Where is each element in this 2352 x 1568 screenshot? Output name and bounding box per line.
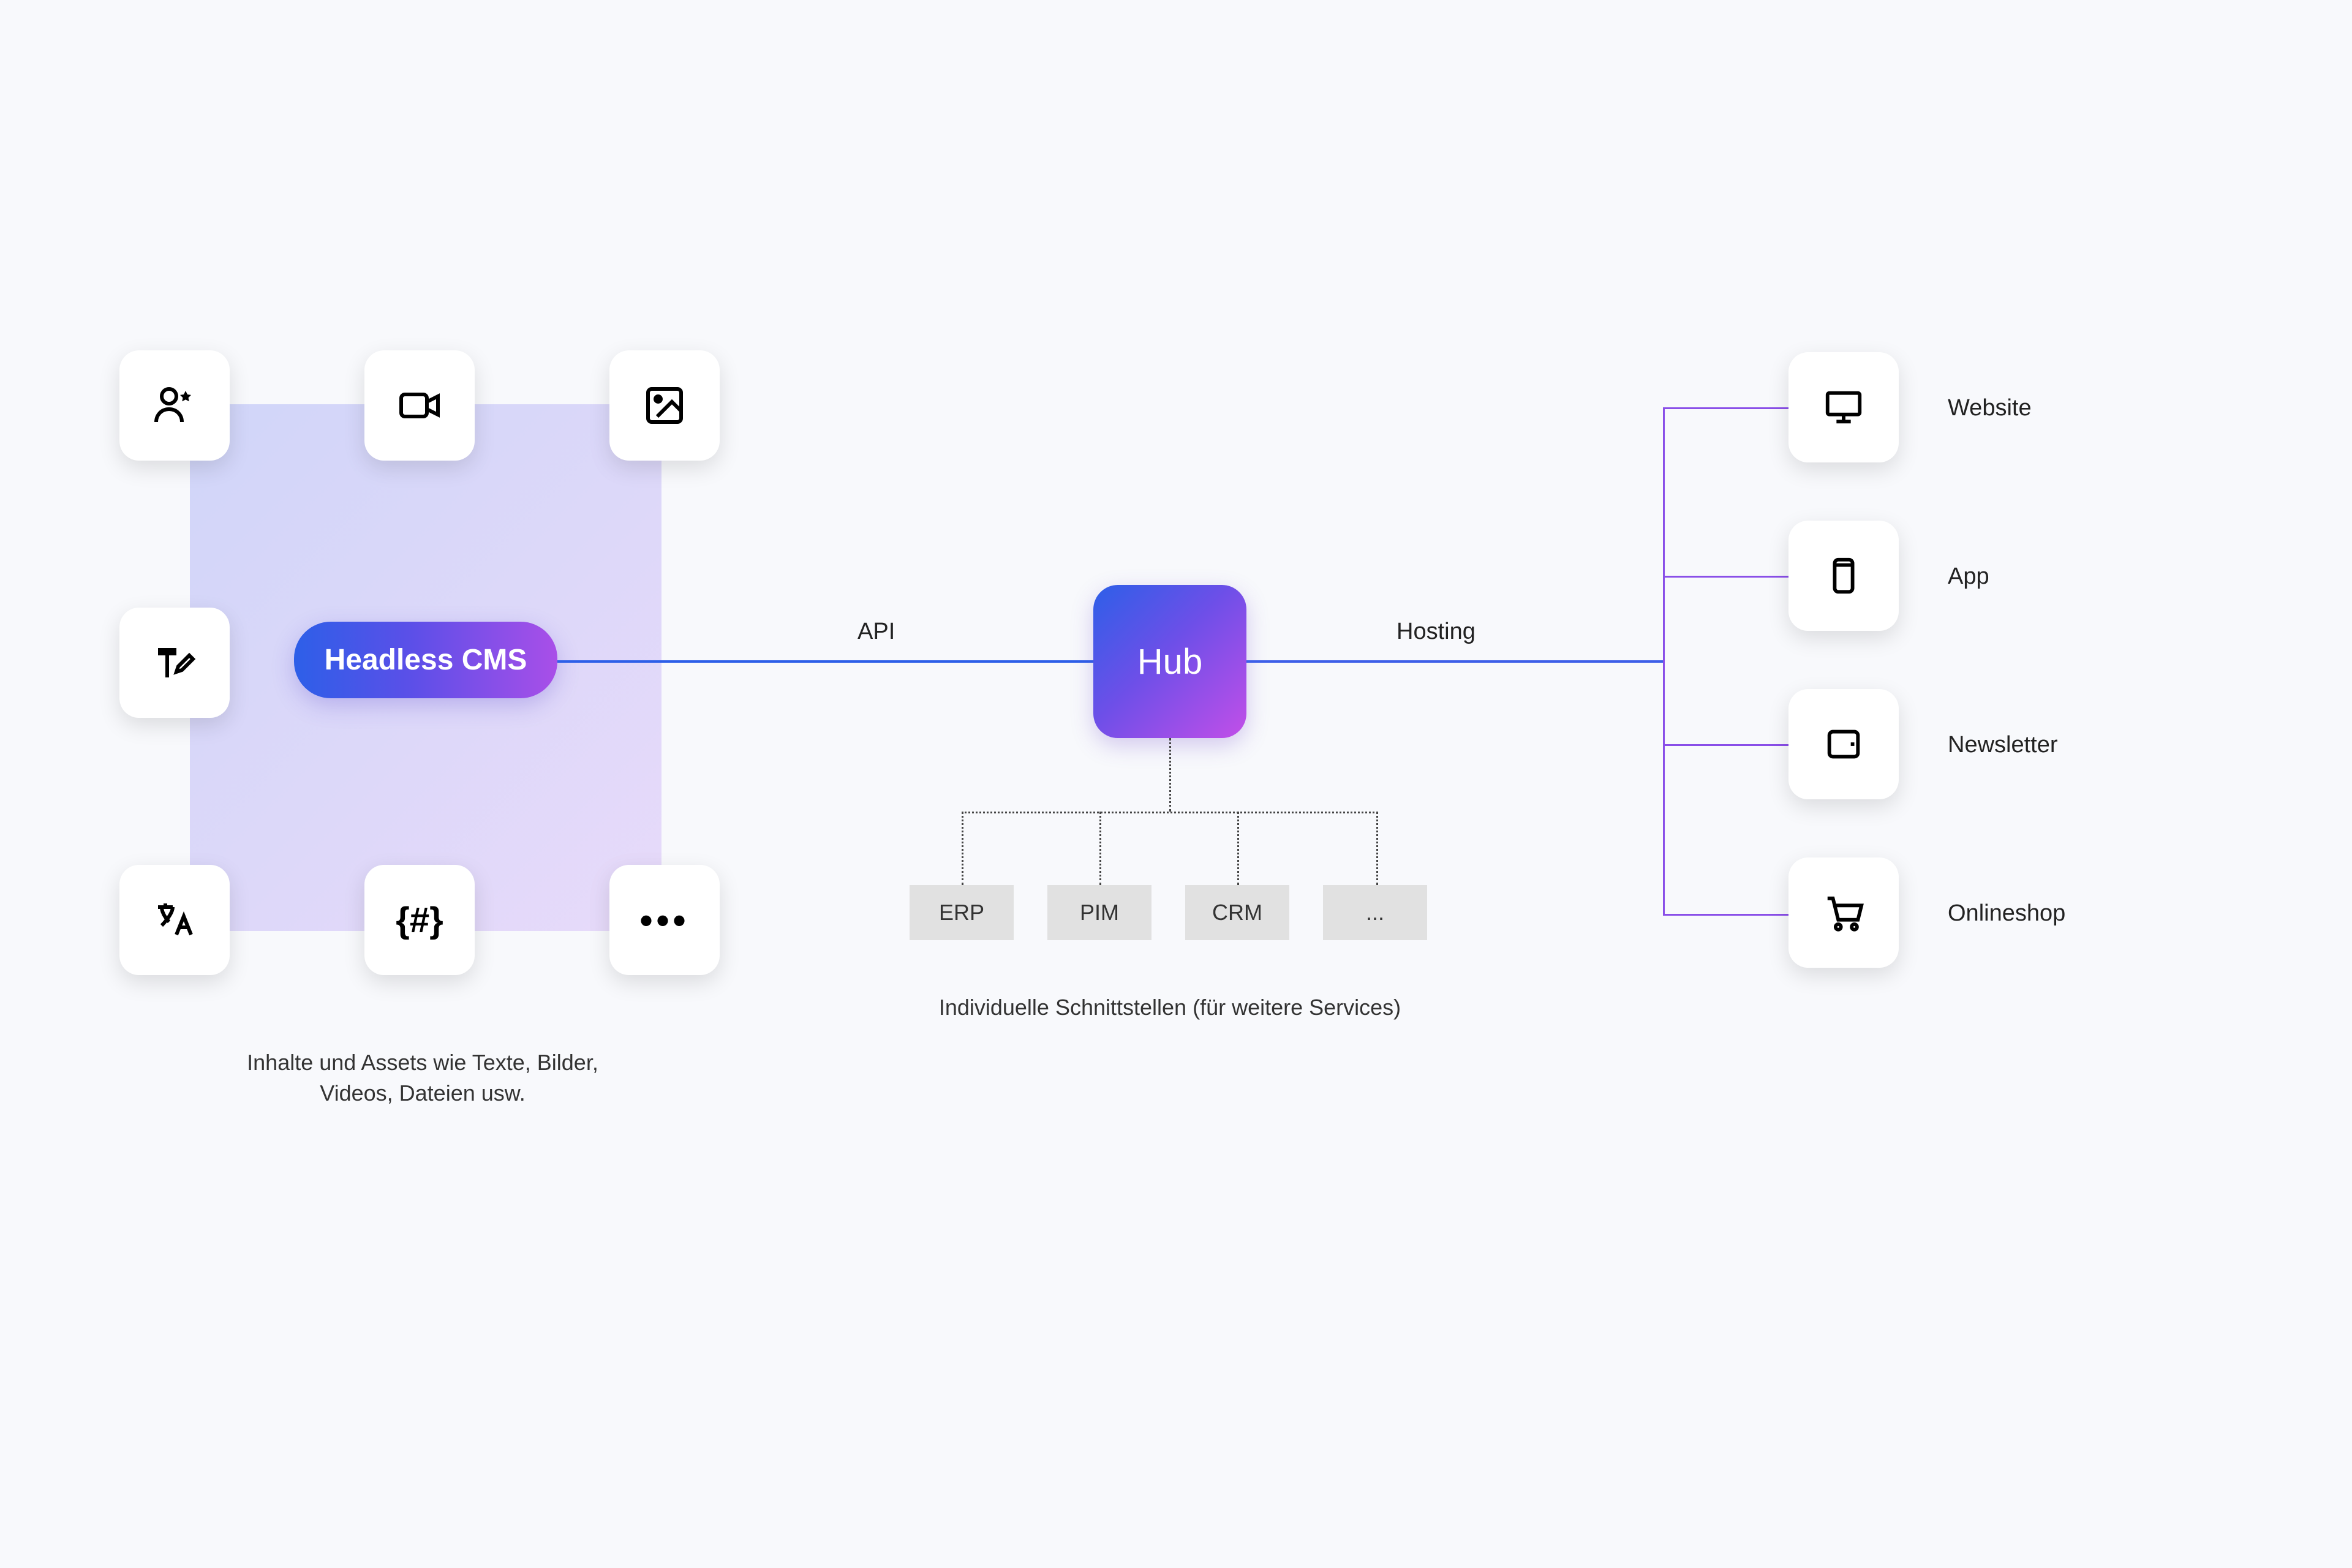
hub-service-stem <box>1169 738 1171 812</box>
output-bracket-vertical <box>1663 407 1665 916</box>
more-icon: ••• <box>609 865 720 975</box>
hub-node: Hub <box>1093 585 1246 738</box>
image-icon <box>609 350 720 461</box>
tablet-icon <box>1789 689 1899 799</box>
headless-cms-node: Headless CMS <box>294 622 557 698</box>
output-label-newsletter: Newsletter <box>1948 732 2058 758</box>
svc-drop-4 <box>1376 812 1378 885</box>
api-label: API <box>858 619 895 645</box>
output-branch-2 <box>1663 576 1789 578</box>
service-crm: CRM <box>1185 885 1289 940</box>
hub-caption: Individuelle Schnittstellen (für weitere… <box>919 992 1421 1023</box>
video-camera-icon <box>364 350 475 461</box>
service-label: ERP <box>939 900 984 925</box>
cms-label: Headless CMS <box>325 643 527 677</box>
service-label: PIM <box>1080 900 1119 925</box>
service-more: ... <box>1323 885 1427 940</box>
monitor-icon <box>1789 352 1899 462</box>
translate-icon <box>119 865 230 975</box>
svc-drop-1 <box>962 812 963 885</box>
hash-icon: {#} <box>364 865 475 975</box>
output-label-app: App <box>1948 564 1989 590</box>
svc-drop-2 <box>1099 812 1101 885</box>
mobile-icon <box>1789 521 1899 631</box>
cms-caption: Inhalte und Assets wie Texte, Bilder, Vi… <box>202 1047 643 1109</box>
hosting-connector-line <box>1246 660 1663 663</box>
user-star-icon <box>119 350 230 461</box>
output-label-onlineshop: Onlineshop <box>1948 900 2065 927</box>
output-branch-4 <box>1663 914 1789 916</box>
hub-service-rail <box>962 812 1378 813</box>
service-erp: ERP <box>910 885 1014 940</box>
output-branch-1 <box>1663 407 1789 409</box>
output-label-website: Website <box>1948 395 2032 421</box>
service-label: ... <box>1366 900 1384 925</box>
output-branch-3 <box>1663 744 1789 746</box>
hosting-label: Hosting <box>1396 619 1476 645</box>
hub-label: Hub <box>1137 641 1202 682</box>
diagram-canvas: {#} ••• Headless CMS Inhalte und Assets … <box>0 0 2352 1568</box>
service-label: CRM <box>1212 900 1262 925</box>
service-pim: PIM <box>1047 885 1152 940</box>
svc-drop-3 <box>1237 812 1239 885</box>
text-edit-icon <box>119 608 230 718</box>
cart-icon <box>1789 858 1899 968</box>
hash-glyph: {#} <box>396 900 443 941</box>
api-connector-line <box>557 660 1093 663</box>
ellipsis-glyph: ••• <box>639 899 689 941</box>
